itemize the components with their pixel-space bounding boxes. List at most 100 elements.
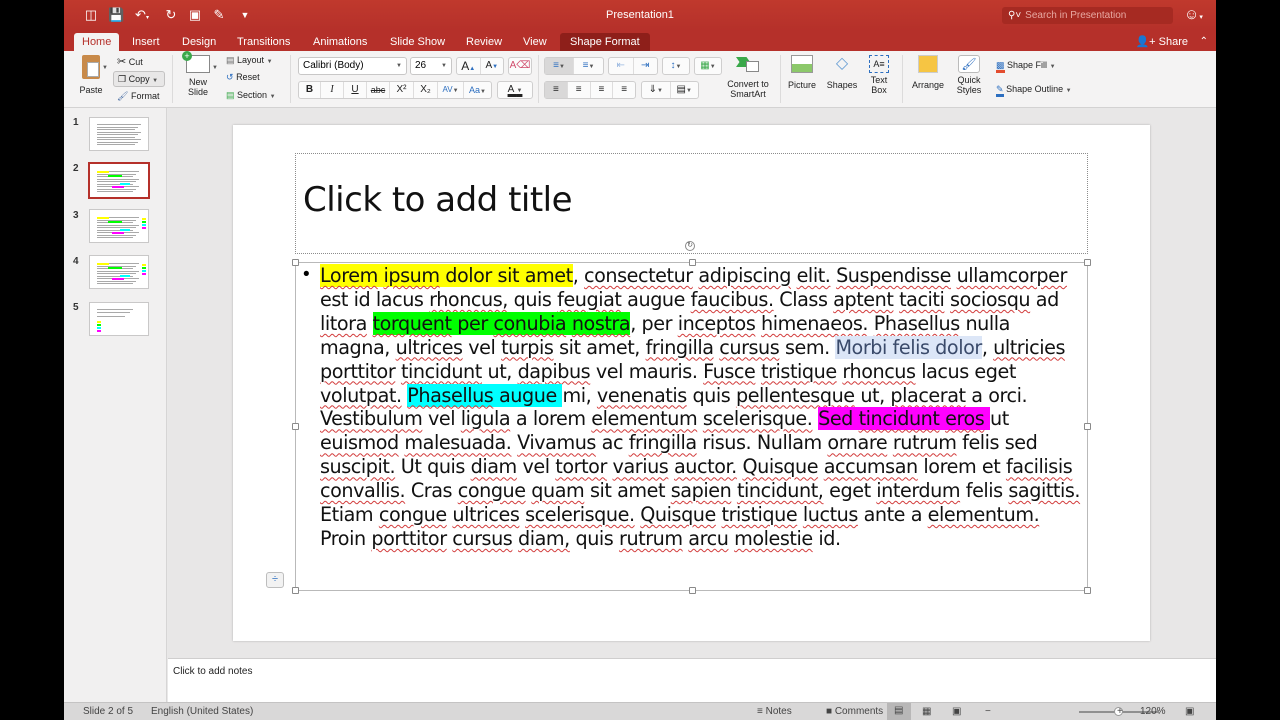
increase-indent-button[interactable]: ⇥ bbox=[634, 58, 658, 74]
feedback-smiley-icon[interactable]: ☺▾ bbox=[1184, 6, 1203, 23]
shrink-font-button[interactable]: A▼ bbox=[481, 58, 504, 74]
tab-design[interactable]: Design bbox=[174, 33, 224, 51]
character-spacing-button[interactable]: AV▼ bbox=[438, 82, 464, 98]
customize-toolbar-icon[interactable]: ▼ bbox=[238, 8, 252, 22]
reading-view-button[interactable]: ▣ bbox=[952, 706, 961, 718]
line-spacing-button[interactable]: ↕▼ bbox=[662, 57, 690, 75]
resize-handle[interactable] bbox=[1084, 423, 1091, 430]
slide-sorter-view-button[interactable]: ▦ bbox=[922, 706, 931, 718]
resize-handle[interactable] bbox=[1084, 587, 1091, 594]
slide-thumbnail-2[interactable] bbox=[88, 162, 150, 199]
grow-font-button[interactable]: A▲ bbox=[457, 58, 481, 74]
format-painter-button[interactable]: 🖌 Format bbox=[117, 91, 159, 102]
new-slide-button[interactable]: + New Slide bbox=[180, 51, 216, 97]
font-color-button[interactable]: A ▼ bbox=[497, 81, 533, 99]
zoom-level[interactable]: 120% bbox=[1140, 706, 1166, 718]
quick-styles-button[interactable]: 🖌 Quick Styles bbox=[952, 55, 986, 95]
arrange-button[interactable]: Arrange bbox=[908, 55, 948, 90]
resize-handle[interactable] bbox=[292, 259, 299, 266]
collapse-ribbon-icon[interactable]: ⌃ bbox=[1200, 33, 1208, 51]
notes-toggle-button[interactable]: ≡ Notes bbox=[757, 706, 792, 718]
tab-shape-format[interactable]: Shape Format bbox=[560, 33, 650, 51]
search-placeholder: Search in Presentation bbox=[1025, 10, 1127, 21]
copy-dropdown-icon[interactable]: ▼ bbox=[152, 78, 158, 84]
copy-button[interactable]: ❐ Copy ▼ bbox=[113, 71, 165, 87]
rotate-handle[interactable]: ↻ bbox=[685, 241, 695, 251]
content-placeholder[interactable]: • Lorem ipsum dolor sit amet, consectetu… bbox=[292, 259, 1091, 594]
language-indicator[interactable]: English (United States) bbox=[151, 706, 253, 718]
columns-button[interactable]: ▦▼ bbox=[694, 57, 722, 75]
shapes-button[interactable]: ◇ Shapes bbox=[824, 55, 860, 90]
autofit-options-icon[interactable]: ÷ bbox=[266, 572, 284, 588]
layout-button[interactable]: ▤ Layout ▼ bbox=[226, 55, 273, 66]
text-direction-button[interactable]: ⇓▼ bbox=[642, 82, 671, 98]
reset-button[interactable]: ↺ Reset bbox=[226, 72, 260, 83]
notes-pane[interactable]: Click to add notes bbox=[168, 658, 1216, 702]
convert-smartart-button[interactable]: Convert to SmartArt bbox=[722, 55, 774, 99]
text-box-button[interactable]: A≡ Text Box bbox=[864, 55, 894, 95]
tab-insert[interactable]: Insert bbox=[124, 33, 168, 51]
save-icon[interactable]: 💾 bbox=[108, 8, 124, 22]
resize-handle[interactable] bbox=[689, 259, 696, 266]
resize-handle[interactable] bbox=[689, 587, 696, 594]
slide-thumbnail-1[interactable] bbox=[89, 117, 149, 151]
superscript-button[interactable]: X² bbox=[390, 82, 414, 98]
strikethrough-button[interactable]: abc bbox=[367, 82, 390, 98]
subscript-button[interactable]: X₂ bbox=[414, 82, 438, 98]
numbering-button[interactable]: ≡▼ bbox=[574, 58, 603, 74]
cut-button[interactable]: ✂ Cut bbox=[117, 55, 143, 68]
bold-button[interactable]: B bbox=[299, 82, 321, 98]
tab-animations[interactable]: Animations bbox=[305, 33, 375, 51]
zoom-in-button[interactable]: + bbox=[1117, 706, 1123, 718]
slide-thumbnail-4[interactable] bbox=[89, 255, 149, 289]
redo-icon[interactable]: ↻ bbox=[164, 8, 178, 22]
justify-button[interactable]: ≡ bbox=[613, 82, 635, 98]
decrease-indent-button[interactable]: ⇤ bbox=[609, 58, 634, 74]
clear-formatting-button[interactable]: A⌫ bbox=[508, 57, 532, 75]
fit-to-window-icon[interactable]: ▣ bbox=[1185, 706, 1194, 718]
align-right-button[interactable]: ≡ bbox=[591, 82, 614, 98]
tab-transitions[interactable]: Transitions bbox=[229, 33, 298, 51]
resize-handle[interactable] bbox=[292, 587, 299, 594]
slideshow-icon[interactable]: ▣ bbox=[188, 8, 202, 22]
zoom-out-button[interactable]: − bbox=[985, 706, 991, 718]
bullets-button[interactable]: ≡▼ bbox=[545, 58, 574, 74]
align-center-button[interactable]: ≡ bbox=[568, 82, 591, 98]
sidebar-toggle-icon[interactable]: ◫ bbox=[84, 8, 98, 22]
align-left-button[interactable]: ≡ bbox=[545, 82, 568, 98]
search-input[interactable]: ⚲˅ Search in Presentation bbox=[1002, 7, 1173, 24]
section-button[interactable]: ▤ Section ▼ bbox=[226, 90, 276, 101]
font-name-select[interactable]: Calibri (Body) ▼ bbox=[298, 57, 407, 75]
new-slide-dropdown-icon[interactable]: ▼ bbox=[212, 65, 218, 71]
paste-button[interactable]: Paste bbox=[76, 55, 106, 95]
paste-dropdown-icon[interactable]: ▼ bbox=[102, 65, 108, 71]
review-icon[interactable]: ✎ bbox=[212, 8, 226, 22]
change-case-button[interactable]: Aa▼ bbox=[464, 82, 491, 98]
undo-icon[interactable]: ↶▾ bbox=[132, 8, 152, 22]
share-button[interactable]: 👤+ Share bbox=[1135, 33, 1188, 51]
italic-button[interactable]: I bbox=[321, 82, 344, 98]
normal-view-button[interactable]: ▤ bbox=[887, 703, 911, 720]
indent-buttons: ⇤ ⇥ bbox=[608, 57, 658, 75]
tab-slide-show[interactable]: Slide Show bbox=[382, 33, 453, 51]
thumb-highlight bbox=[97, 217, 109, 219]
tab-home[interactable]: Home bbox=[74, 33, 120, 51]
tab-review[interactable]: Review bbox=[458, 33, 510, 51]
clipboard-icon bbox=[82, 55, 100, 79]
align-text-button[interactable]: ▤▼ bbox=[671, 82, 699, 98]
comments-button[interactable]: ■ Comments bbox=[826, 706, 883, 718]
resize-handle[interactable] bbox=[1084, 259, 1091, 266]
underline-button[interactable]: U bbox=[344, 82, 367, 98]
resize-handle[interactable] bbox=[292, 423, 299, 430]
title-placeholder[interactable]: Click to add title bbox=[295, 153, 1088, 254]
picture-button[interactable]: Picture bbox=[784, 55, 820, 90]
tab-view[interactable]: View bbox=[515, 33, 555, 51]
slide-thumbnail-3[interactable] bbox=[89, 209, 149, 243]
slide-thumbnail-5[interactable] bbox=[89, 302, 149, 336]
font-size-select[interactable]: 26 ▼ bbox=[410, 57, 452, 75]
shape-fill-button[interactable]: ▩ Shape Fill ▼ bbox=[996, 60, 1056, 73]
smartart-icon bbox=[736, 55, 760, 73]
shape-outline-button[interactable]: ✎ Shape Outline ▼ bbox=[996, 84, 1072, 97]
thumb-number: 2 bbox=[73, 163, 79, 174]
body-text[interactable]: Lorem ipsum dolor sit amet, consectetur … bbox=[320, 264, 1085, 551]
